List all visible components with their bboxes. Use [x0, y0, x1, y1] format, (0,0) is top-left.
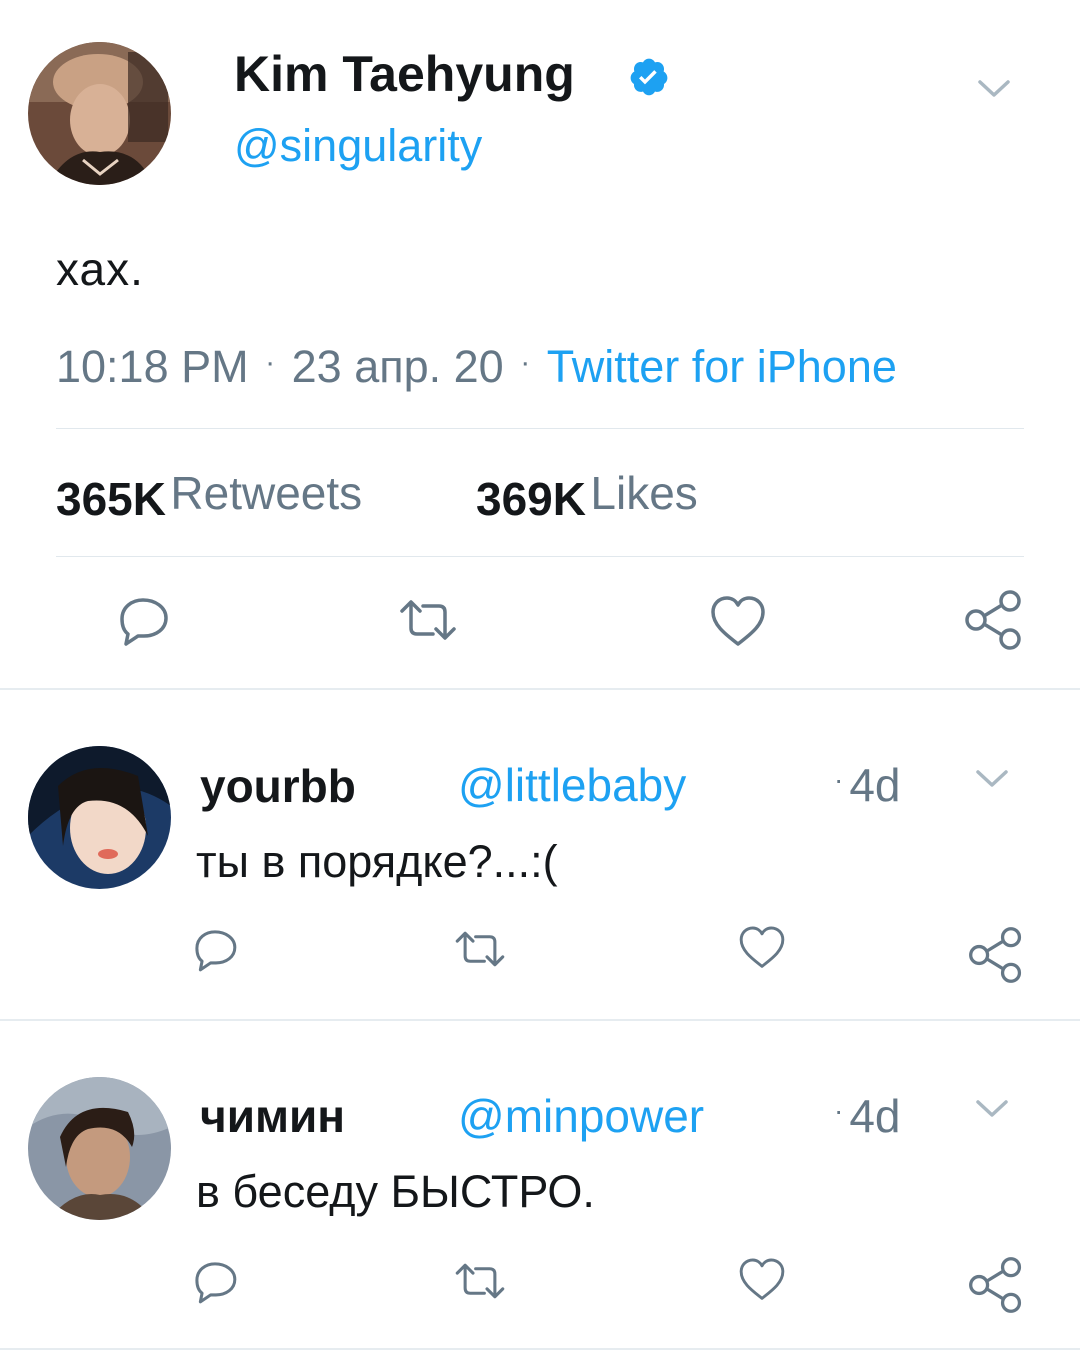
retweets-label: Retweets — [170, 467, 363, 519]
author-name[interactable]: Kim Taehyung — [234, 44, 575, 104]
tweet-separator — [0, 1348, 1080, 1350]
share-icon[interactable] — [966, 1254, 1026, 1316]
avatar[interactable] — [28, 1077, 171, 1220]
tweet-separator — [0, 1019, 1080, 1021]
divider — [56, 556, 1024, 557]
tweet-time: 10:18 PM — [56, 341, 249, 392]
share-icon[interactable] — [966, 924, 1026, 986]
retweet-icon[interactable] — [396, 594, 460, 646]
reply-time: 4d — [849, 759, 901, 811]
reply-author-handle[interactable]: @littlebaby — [458, 756, 686, 814]
meta-separator: · — [265, 346, 276, 379]
retweets-count: 365K — [56, 473, 166, 525]
meta-separator: · — [520, 346, 531, 379]
avatar[interactable] — [28, 42, 171, 185]
reply-icon[interactable] — [190, 1258, 240, 1306]
reply-icon[interactable] — [114, 594, 172, 648]
likes-label: Likes — [590, 467, 698, 519]
reply-author-handle[interactable]: @minpower — [458, 1087, 704, 1145]
likes-count: 369K — [476, 473, 586, 525]
chevron-down-icon[interactable] — [974, 766, 1010, 790]
heart-icon[interactable] — [737, 1256, 787, 1304]
heart-icon[interactable] — [737, 924, 787, 972]
reply-age: · 4d — [834, 756, 901, 821]
divider — [56, 428, 1024, 429]
reply-text: ты в порядке?...:( — [196, 836, 558, 887]
retweet-icon[interactable] — [452, 926, 508, 972]
chevron-down-icon[interactable] — [976, 76, 1012, 100]
meta-separator: · — [834, 764, 844, 795]
reply-age: · 4d — [834, 1087, 901, 1152]
avatar[interactable] — [28, 746, 171, 889]
tweet-date: 23 апр. 20 — [291, 341, 504, 392]
reply-author-name[interactable]: чимин — [200, 1088, 345, 1144]
tweet-source-link[interactable]: Twitter for iPhone — [547, 341, 897, 392]
likes-stat[interactable]: 369K Likes — [476, 458, 698, 528]
tweet-meta: 10:18 PM · 23 апр. 20 · Twitter for iPho… — [56, 337, 897, 403]
author-handle[interactable]: @singularity — [234, 118, 482, 174]
tweet-separator — [0, 688, 1080, 690]
reply-icon[interactable] — [190, 926, 240, 974]
reply-author-name[interactable]: yourbb — [200, 758, 356, 814]
reply-text: в беседу БЫСТРО. — [196, 1166, 595, 1217]
tweet-text: хах. — [56, 243, 144, 295]
meta-separator: · — [834, 1095, 844, 1126]
retweets-stat[interactable]: 365K Retweets — [56, 458, 362, 528]
share-icon[interactable] — [962, 588, 1026, 652]
verified-badge-icon — [628, 56, 670, 98]
heart-icon[interactable] — [708, 594, 768, 650]
retweet-icon[interactable] — [452, 1258, 508, 1304]
reply-time: 4d — [849, 1090, 901, 1142]
chevron-down-icon[interactable] — [974, 1096, 1010, 1120]
